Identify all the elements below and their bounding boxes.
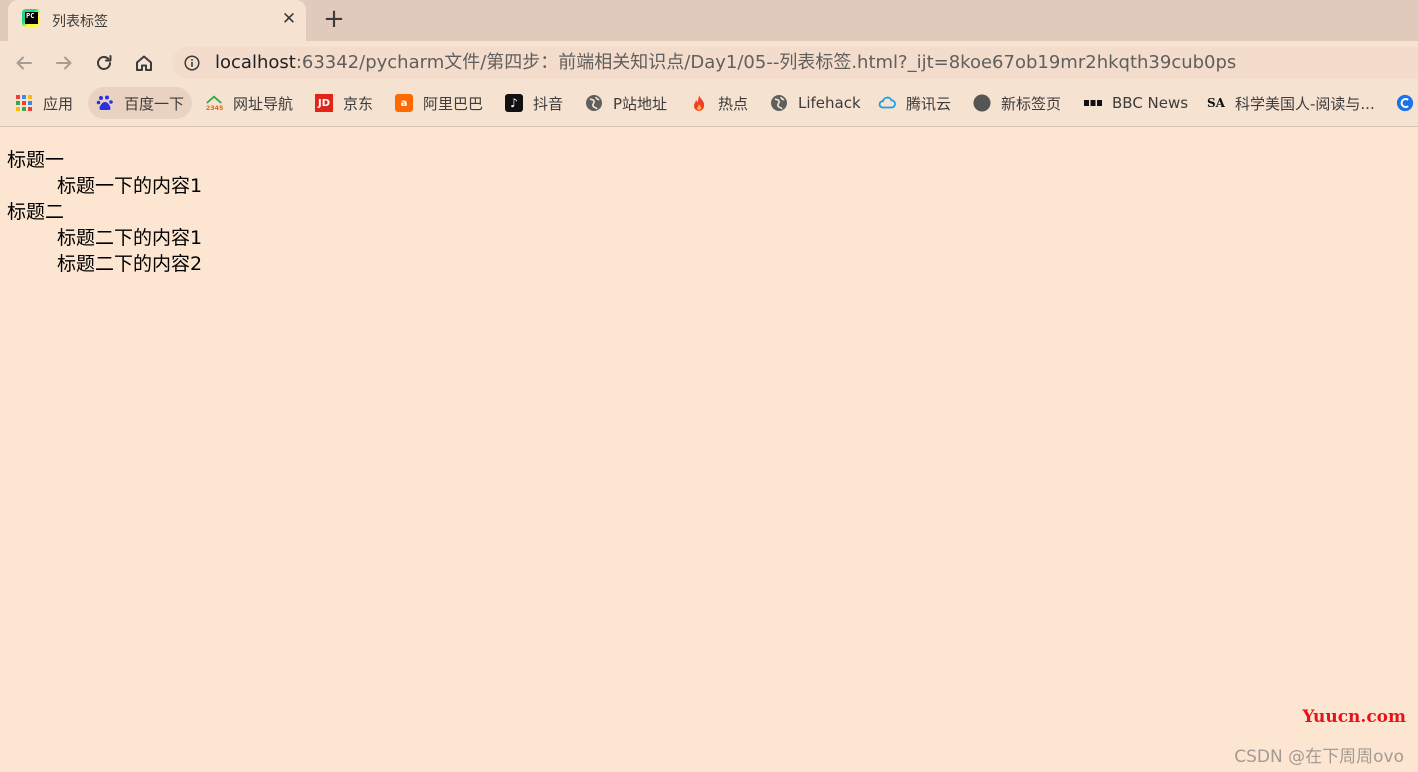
- bookmark-alibaba[interactable]: a 阿里巴巴: [395, 87, 483, 119]
- jd-icon: JD: [315, 94, 333, 112]
- bookmark-label: Lifehack: [798, 94, 861, 112]
- bookmark-scientific-american[interactable]: SA 科学美国人-阅读与...: [1207, 87, 1375, 119]
- bookmark-label: 热点: [718, 94, 749, 113]
- url-text[interactable]: localhost:63342/pycharm文件/第四步：前端相关知识点/Da…: [215, 53, 1236, 73]
- info-icon[interactable]: [184, 55, 200, 71]
- tab-title: 列表标签: [52, 14, 108, 30]
- url-host: localhost: [215, 52, 296, 73]
- back-button[interactable]: [10, 49, 38, 77]
- bookmark-bbc[interactable]: BBC News: [1084, 87, 1188, 119]
- home-icon: [136, 55, 152, 71]
- page-content: 标题一 标题一下的内容1 标题二 标题二下的内容1 标题二下的内容2 Yuucn…: [0, 127, 1418, 772]
- bookmark-hot[interactable]: 热点: [690, 87, 748, 119]
- definition-list: 标题一 标题一下的内容1 标题二 标题二下的内容1 标题二下的内容2: [7, 147, 202, 277]
- author-watermark: CSDN @在下周周ovo: [1234, 747, 1404, 767]
- bookmark-baidu[interactable]: 百度一下: [88, 87, 193, 119]
- bookmark-label: 腾讯云: [906, 94, 952, 113]
- baidu-paw-icon: [96, 94, 114, 112]
- dark-circle-icon: [973, 94, 991, 112]
- globe-icon: [585, 94, 603, 112]
- bookmark-label: 新标签页: [1001, 94, 1062, 113]
- new-tab-button[interactable]: +: [322, 6, 346, 32]
- alibaba-icon: a: [395, 94, 413, 112]
- bookmark-newtab[interactable]: 新标签页: [973, 87, 1061, 119]
- list-title: 标题一: [7, 149, 65, 171]
- bookmark-label: 科学美国人-阅读与...: [1235, 94, 1375, 113]
- reload-button[interactable]: [90, 49, 118, 77]
- list-item: 标题二下的内容2: [57, 253, 203, 275]
- bookmark-label: 应用: [43, 94, 74, 113]
- reload-icon: [97, 55, 112, 70]
- flame-icon: [690, 94, 708, 112]
- bookmark-2345[interactable]: 2345 网址导航: [205, 87, 293, 119]
- pycharm-icon: PC: [22, 9, 40, 27]
- bookmark-label: 抖音: [533, 94, 564, 113]
- bbc-icon: [1084, 94, 1102, 112]
- bookmark-overflow[interactable]: [1396, 87, 1418, 119]
- list-item: 标题一下的内容1: [57, 175, 203, 197]
- arrow-left-icon: [16, 56, 32, 70]
- arrow-right-icon: [56, 56, 72, 70]
- bookmark-label: P站地址: [613, 94, 668, 113]
- svg-text:2345: 2345: [206, 105, 223, 112]
- browser-tab[interactable]: PC 列表标签 ✕: [8, 0, 306, 41]
- bookmark-lifehack[interactable]: Lifehack: [770, 87, 861, 119]
- bookmark-jd[interactable]: JD 京东: [315, 87, 373, 119]
- bookmarks-bar: 应用 百度一下 2345 网址导航 JD 京东 a 阿里巴巴 ♪ 抖音 P站地址…: [0, 84, 1418, 127]
- close-icon[interactable]: ✕: [278, 8, 300, 30]
- douyin-icon: ♪: [505, 94, 523, 112]
- globe-icon: [770, 94, 788, 112]
- browser-toolbar: localhost:63342/pycharm文件/第四步：前端相关知识点/Da…: [0, 41, 1418, 84]
- url-path: :63342/pycharm文件/第四步：前端相关知识点/Day1/05--列表…: [295, 52, 1237, 73]
- apps-grid-icon: [15, 94, 33, 112]
- bookmark-label: 网址导航: [233, 94, 294, 113]
- bookmark-tencent-cloud[interactable]: 腾讯云: [878, 87, 951, 119]
- list-title: 标题二: [7, 201, 65, 223]
- bookmark-label: BBC News: [1112, 94, 1189, 112]
- bookmark-label: 百度一下: [124, 94, 185, 113]
- forward-button[interactable]: [50, 49, 78, 77]
- 2345-house-icon: 2345: [205, 94, 223, 112]
- bookmark-label: 京东: [343, 94, 374, 113]
- sa-icon: SA: [1207, 96, 1225, 110]
- bookmark-label: 阿里巴巴: [423, 94, 484, 113]
- home-button[interactable]: [130, 49, 158, 77]
- address-bar[interactable]: localhost:63342/pycharm文件/第四步：前端相关知识点/Da…: [172, 47, 1418, 79]
- tab-strip: PC 列表标签 ✕ +: [0, 0, 1418, 41]
- c-logo-icon: [1396, 94, 1414, 112]
- bookmark-apps[interactable]: 应用: [15, 87, 73, 119]
- tencent-cloud-icon: [878, 94, 896, 112]
- site-watermark: Yuucn.com: [1302, 707, 1406, 727]
- bookmark-douyin[interactable]: ♪ 抖音: [505, 87, 563, 119]
- list-item: 标题二下的内容1: [57, 227, 203, 249]
- bookmark-pzhan[interactable]: P站地址: [585, 87, 667, 119]
